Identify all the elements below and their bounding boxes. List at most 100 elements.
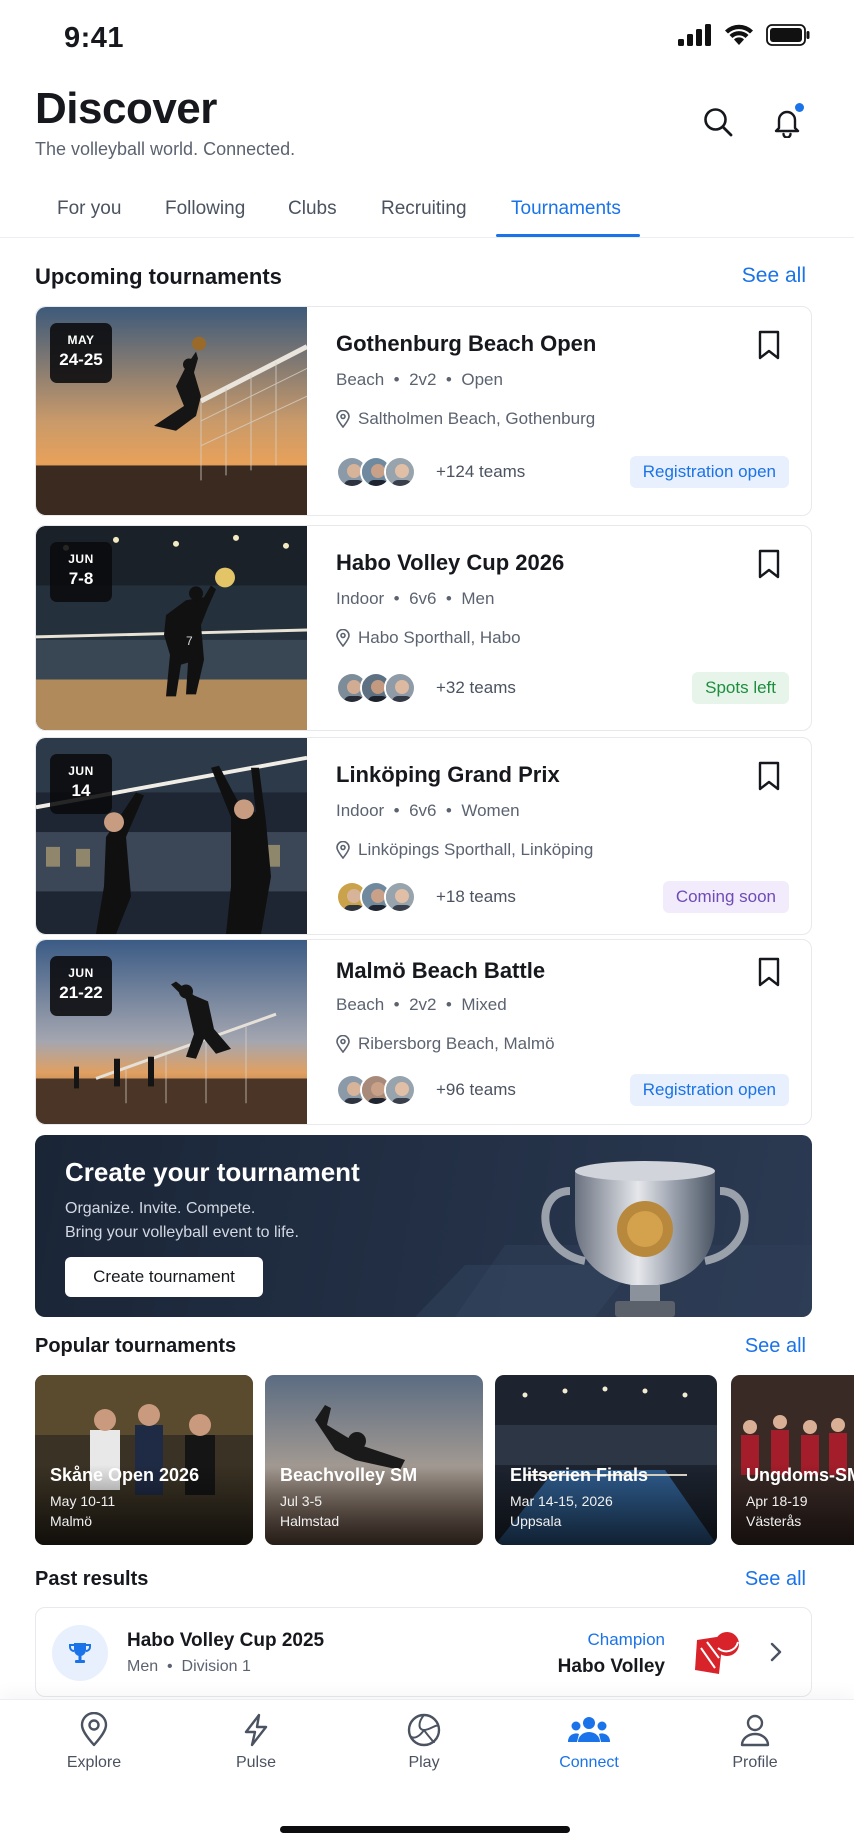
chevron-right-icon [770, 1642, 782, 1662]
tournament-location: Habo Sporthall, Habo [336, 628, 521, 648]
banner-subtitle: Organize. Invite. Compete. Bring your vol… [65, 1200, 299, 1241]
person-icon [740, 1714, 770, 1747]
team-avatars [336, 1074, 416, 1106]
avatar [384, 1074, 416, 1106]
bookmark-icon[interactable] [755, 548, 783, 580]
tournament-location: Linköpings Sporthall, Linköping [336, 840, 593, 860]
tournament-meta: Beach • 2v2 • Open [336, 370, 503, 389]
popular-city: Västerås [746, 1513, 802, 1529]
location-pin-icon [336, 410, 350, 428]
tournament-name: Habo Volley Cup 2026 [336, 550, 565, 575]
tournament-meta: Indoor • 6v6 • Men [336, 589, 495, 608]
team-logo-icon [695, 1632, 739, 1674]
map-pin-icon [80, 1712, 108, 1747]
status-time: 9:41 [64, 22, 125, 54]
tournament-photo: JUN 21-22 [36, 940, 307, 1124]
popular-name: Elitserien Finals [510, 1465, 649, 1485]
result-label: Champion [587, 1630, 666, 1649]
nav-play[interactable]: Play [364, 1712, 484, 1772]
create-tournament-button[interactable]: Create tournament [65, 1257, 263, 1297]
date-badge: JUN 7-8 [50, 542, 112, 602]
tournament-name: Malmö Beach Battle [336, 958, 546, 983]
team-count: +124 teams [436, 462, 526, 481]
team-count: +96 teams [436, 1080, 516, 1099]
tab-tournaments[interactable]: Tournaments [511, 198, 621, 220]
past-result-row[interactable]: Habo Volley Cup 2025 Men • Division 1 Ch… [35, 1607, 812, 1697]
popular-see-all-link[interactable]: See all [745, 1335, 806, 1358]
upcoming-see-all-link[interactable]: See all [742, 264, 806, 288]
tab-clubs[interactable]: Clubs [288, 198, 337, 220]
date-badge: JUN 21-22 [50, 956, 112, 1016]
upcoming-section-title: Upcoming tournaments [35, 264, 282, 289]
lightning-icon [244, 1713, 268, 1747]
popular-name: Beachvolley SM [280, 1465, 418, 1485]
team-count: +18 teams [436, 887, 516, 906]
tab-bar: For you Following Clubs Recruiting Tourn… [0, 186, 854, 238]
popular-date: May 10-11 [50, 1493, 116, 1509]
nav-connect[interactable]: Connect [529, 1712, 649, 1772]
popular-tournament-card[interactable]: Ungdoms-SM Apr 18-19 Västerås [731, 1375, 854, 1545]
avatar [384, 672, 416, 704]
trophy-badge [52, 1625, 108, 1681]
past-see-all-link[interactable]: See all [745, 1568, 806, 1591]
bookmark-icon[interactable] [755, 329, 783, 361]
popular-city: Halmstad [280, 1513, 340, 1529]
tournament-location: Saltholmen Beach, Gothenburg [336, 409, 595, 429]
people-icon [567, 1717, 611, 1742]
nav-pulse[interactable]: Pulse [196, 1712, 316, 1772]
popular-tournament-card[interactable]: Elitserien Finals Mar 14-15, 2026 Uppsal… [495, 1375, 717, 1545]
tournament-card[interactable]: JUN 14 Linköping Grand Prix Indoor • 6v6… [35, 737, 812, 935]
battery-icon [766, 24, 810, 46]
nav-explore[interactable]: Explore [34, 1712, 154, 1772]
tournament-meta: Indoor • 6v6 • Women [336, 801, 520, 820]
bookmark-icon[interactable] [755, 956, 783, 988]
avatar [384, 881, 416, 913]
trophy-icon [541, 1161, 749, 1317]
volleyball-icon [407, 1713, 441, 1747]
popular-city: Uppsala [510, 1513, 562, 1529]
tournament-card[interactable]: MAY 24-25 Gothenburg Beach Open Beach • … [35, 306, 812, 516]
tournament-card[interactable]: JUN 21-22 Malmö Beach Battle Beach • 2v2… [35, 939, 812, 1125]
tab-recruiting[interactable]: Recruiting [381, 198, 467, 220]
location-pin-icon [336, 841, 350, 859]
bottom-nav: Explore Pulse Play Connect Profile [0, 1699, 854, 1842]
popular-tournament-card[interactable]: Beachvolley SM Jul 3-5 Halmstad [265, 1375, 483, 1545]
result-tournament-name: Habo Volley Cup 2025 [127, 1630, 325, 1651]
popular-date: Jul 3-5 [280, 1493, 323, 1509]
search-icon [704, 108, 733, 137]
popular-name: Ungdoms-SM [746, 1465, 854, 1485]
status-badge: Spots left [692, 672, 789, 704]
bookmark-icon[interactable] [755, 760, 783, 792]
status-badge: Registration open [629, 1074, 789, 1106]
tab-for-you[interactable]: For you [57, 198, 121, 220]
team-count: +32 teams [436, 678, 516, 697]
wifi-icon [725, 24, 753, 45]
avatar [384, 456, 416, 488]
signal-icon [678, 24, 711, 46]
popular-name: Skåne Open 2026 [50, 1465, 200, 1485]
create-tournament-banner: Create your tournament Organize. Invite.… [35, 1135, 812, 1317]
location-pin-icon [336, 629, 350, 647]
search-button[interactable] [696, 100, 740, 144]
popular-tournament-card[interactable]: Skåne Open 2026 May 10-11 Malmö [35, 1375, 253, 1545]
nav-profile[interactable]: Profile [695, 1712, 815, 1772]
tab-following[interactable]: Following [165, 198, 245, 220]
trophy-icon [69, 1643, 91, 1663]
banner-title: Create your tournament [65, 1157, 360, 1187]
location-pin-icon [336, 1035, 350, 1053]
notification-dot [795, 103, 804, 112]
notifications-button[interactable] [765, 100, 809, 144]
tournament-name: Gothenburg Beach Open [336, 331, 597, 356]
status-badge: Coming soon [662, 881, 789, 913]
popular-section-title: Popular tournaments [35, 1335, 237, 1357]
date-badge: JUN 14 [50, 754, 112, 814]
popular-city: Malmö [50, 1513, 93, 1529]
tournament-location: Ribersborg Beach, Malmö [336, 1034, 555, 1054]
active-tab-indicator [496, 234, 640, 237]
svg-text:7: 7 [186, 634, 193, 648]
tournament-card[interactable]: 7 JUN 7-8 Habo Volley Cup 2026 Indoor • … [35, 525, 812, 731]
tournament-photo: JUN 14 [36, 738, 307, 934]
tournament-photo: 7 JUN 7-8 [36, 526, 307, 730]
status-bar: 9:41 [0, 0, 854, 72]
past-results-title: Past results [35, 1568, 149, 1590]
